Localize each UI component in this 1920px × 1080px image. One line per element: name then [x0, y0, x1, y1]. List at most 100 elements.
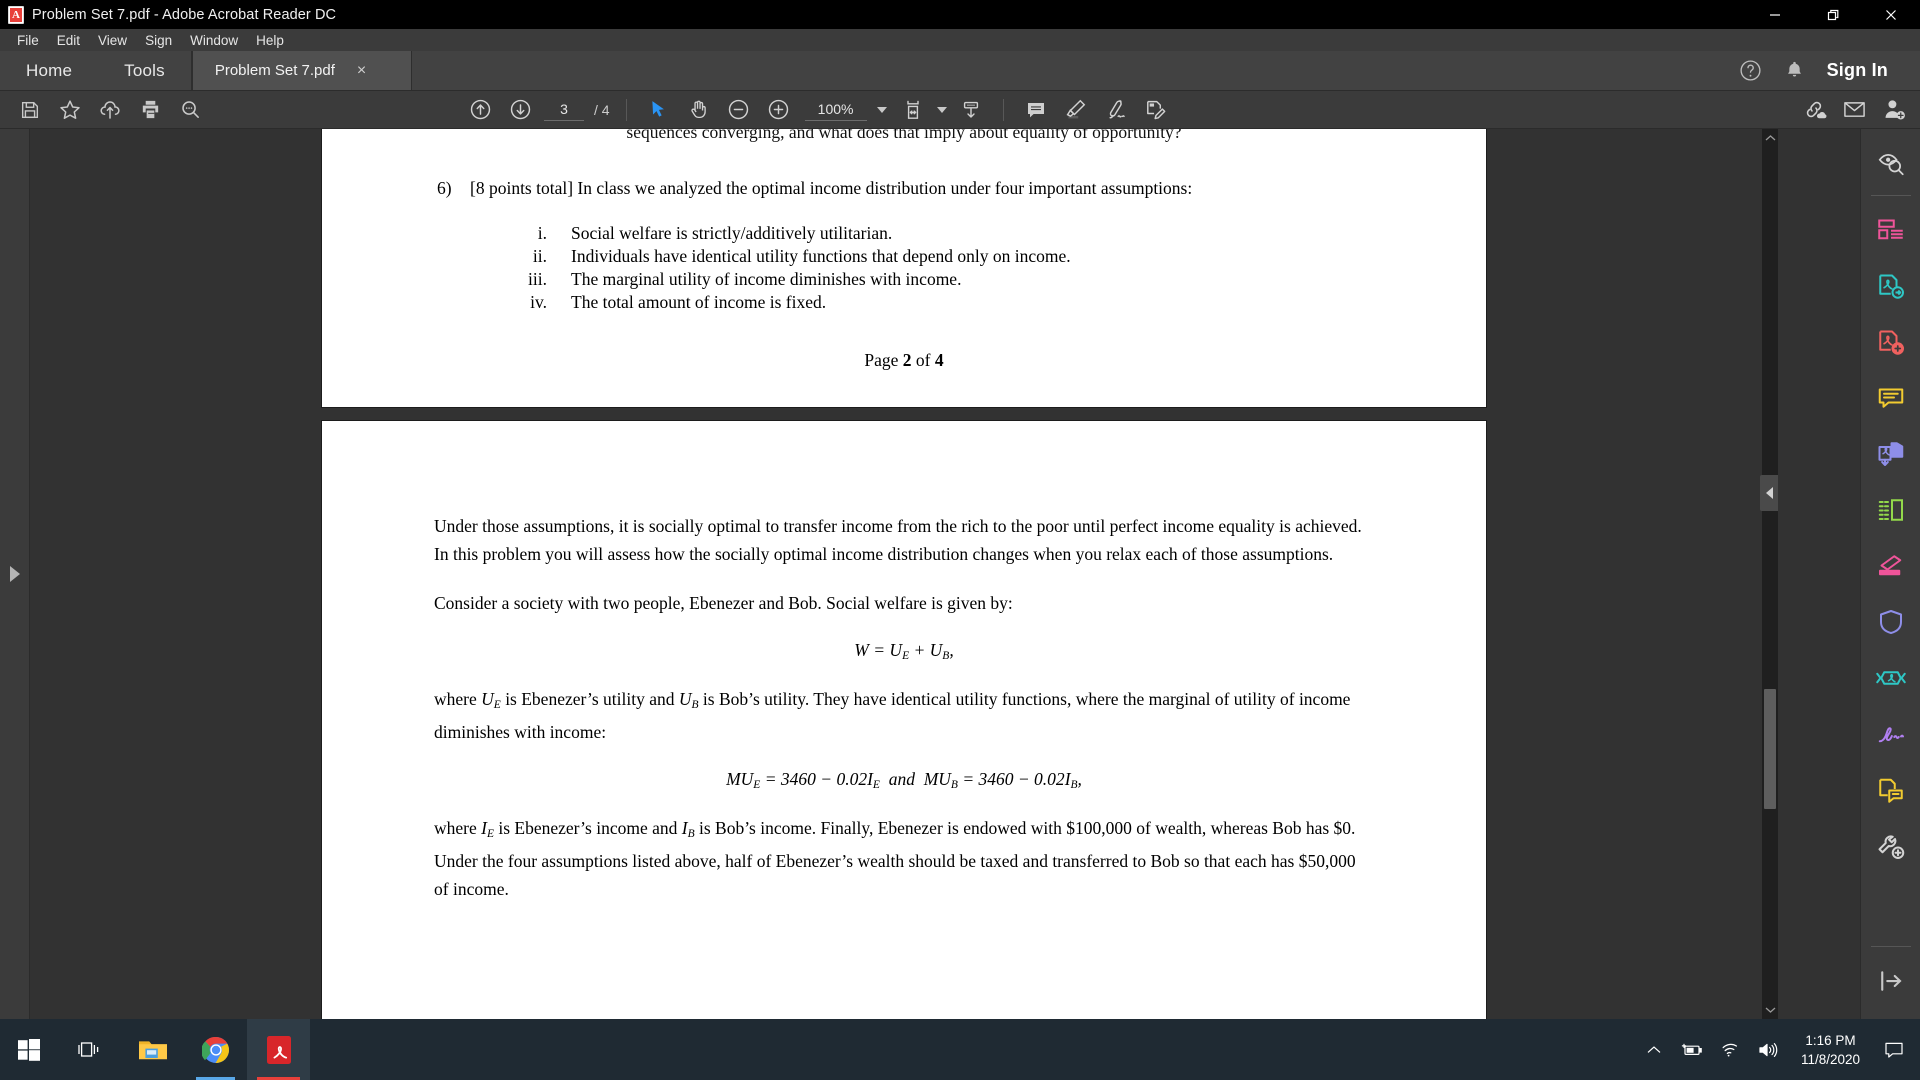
- tab-document[interactable]: Problem Set 7.pdf ×: [191, 51, 412, 90]
- vertical-scrollbar[interactable]: [1762, 129, 1778, 1019]
- pdf-page-2: sequences converging, and what does that…: [322, 129, 1486, 407]
- footer-total-pages: 4: [934, 349, 944, 370]
- create-pdf-icon[interactable]: [1861, 314, 1920, 370]
- paragraph-4-b: is Ebenezer’s income and: [494, 817, 682, 838]
- file-explorer-icon[interactable]: [121, 1019, 184, 1080]
- volume-icon[interactable]: [1749, 1019, 1787, 1080]
- find-icon[interactable]: [170, 91, 210, 129]
- export-pdf-icon[interactable]: [1861, 258, 1920, 314]
- request-signatures-icon[interactable]: [1861, 706, 1920, 762]
- fill-and-sign-icon[interactable]: [1136, 91, 1176, 129]
- content-area: sequences converging, and what does that…: [0, 129, 1920, 1019]
- arrow-up-circle-icon[interactable]: [460, 91, 500, 129]
- cursor-select-icon[interactable]: [639, 91, 679, 129]
- page-number-input[interactable]: [544, 98, 584, 121]
- paragraph-4-a: where: [434, 817, 482, 838]
- close-icon[interactable]: ×: [353, 61, 370, 81]
- hand-icon[interactable]: [679, 91, 719, 129]
- adobe-acrobat-icon[interactable]: [247, 1019, 310, 1080]
- task-view-icon[interactable]: [58, 1019, 121, 1080]
- zoom-out-icon[interactable]: [719, 91, 759, 129]
- add-comment-note-icon[interactable]: [1861, 762, 1920, 818]
- chevron-down-icon[interactable]: [873, 91, 891, 129]
- arrow-down-circle-icon[interactable]: [500, 91, 540, 129]
- system-tray: 1:16 PM 11/8/2020: [1635, 1019, 1920, 1080]
- action-center-icon[interactable]: [1874, 1019, 1914, 1080]
- help-circle-icon[interactable]: [1729, 51, 1773, 91]
- minimize-button[interactable]: [1746, 0, 1804, 29]
- equation-marginal-utility: MUE = 3460 − 0.02IE and MUB = 3460 − 0.0…: [726, 768, 1082, 791]
- pdf-page-3: Under those assumptions, it is socially …: [322, 421, 1486, 1019]
- star-icon[interactable]: [50, 91, 90, 129]
- tab-strip-right: Sign In: [1729, 51, 1920, 90]
- page-navigation: / 4: [544, 98, 610, 121]
- search-pdf-icon[interactable]: [1861, 135, 1920, 191]
- tab-home[interactable]: Home: [0, 51, 98, 90]
- paragraph-3: where UE is Ebenezer’s utility and UB is…: [434, 688, 1351, 743]
- zoom-level-input[interactable]: [804, 98, 867, 121]
- question-6: 6) [8 points total] In class we analyzed…: [437, 176, 1371, 200]
- print-icon[interactable]: [130, 91, 170, 129]
- sign-in-button[interactable]: Sign In: [1817, 60, 1902, 81]
- highlight-icon[interactable]: [1056, 91, 1096, 129]
- comment-icon[interactable]: [1861, 370, 1920, 426]
- toolbar-divider: [625, 98, 627, 121]
- list-marker: i.: [537, 223, 547, 243]
- upload-cloud-icon[interactable]: [90, 91, 130, 129]
- menu-window[interactable]: Window: [181, 31, 247, 50]
- scroll-up-chevron-icon[interactable]: [1762, 129, 1778, 147]
- left-navigation-rail[interactable]: [0, 129, 30, 1019]
- draw-freehand-icon[interactable]: [1096, 91, 1136, 129]
- page-container: sequences converging, and what does that…: [30, 129, 1778, 1019]
- fit-page-icon[interactable]: [893, 91, 933, 129]
- collapse-panel-icon[interactable]: [1861, 953, 1920, 1009]
- bell-icon[interactable]: [1773, 51, 1817, 91]
- paragraph-3-a: where: [434, 688, 482, 709]
- collapse-right-panel-icon[interactable]: [1760, 475, 1778, 511]
- page-gap: [30, 407, 1778, 421]
- page-scroll-icon[interactable]: [951, 91, 991, 129]
- expand-panel-arrow-icon[interactable]: [9, 566, 20, 582]
- tab-strip: Home Tools Problem Set 7.pdf × Sign In: [0, 51, 1920, 91]
- question-text: [8 points total] In class we analyzed th…: [470, 178, 1193, 198]
- list-item: iii. The marginal utility of income dimi…: [525, 268, 1371, 291]
- email-icon[interactable]: [1834, 91, 1874, 129]
- menu-file[interactable]: File: [8, 31, 48, 50]
- edit-pdf-icon[interactable]: [1861, 482, 1920, 538]
- paragraph-3-b: is Ebenezer’s utility and: [500, 688, 679, 709]
- comment-icon[interactable]: [1016, 91, 1056, 129]
- more-tools-icon[interactable]: [1861, 818, 1920, 874]
- compress-pdf-icon[interactable]: [1861, 650, 1920, 706]
- google-chrome-icon[interactable]: [184, 1019, 247, 1080]
- list-item: ii. Individuals have identical utility f…: [525, 245, 1371, 268]
- windows-start-icon[interactable]: [0, 1019, 58, 1080]
- combine-files-icon[interactable]: [1861, 426, 1920, 482]
- window-title: Problem Set 7.pdf - Adobe Acrobat Reader…: [32, 6, 337, 23]
- wifi-icon[interactable]: [1711, 1019, 1749, 1080]
- protect-icon[interactable]: [1861, 594, 1920, 650]
- save-icon[interactable]: [10, 91, 50, 129]
- organize-pages-icon[interactable]: [1861, 202, 1920, 258]
- add-person-icon[interactable]: [1874, 91, 1914, 129]
- close-button[interactable]: [1862, 0, 1920, 29]
- pdf-viewer[interactable]: sequences converging, and what does that…: [30, 129, 1778, 1019]
- assumptions-list: i. Social welfare is strictly/additively…: [437, 222, 1371, 314]
- tab-tools[interactable]: Tools: [98, 51, 191, 90]
- menu-view[interactable]: View: [89, 31, 136, 50]
- clipped-text-line: sequences converging, and what does that…: [626, 129, 1182, 142]
- maximize-restore-button[interactable]: [1804, 0, 1862, 29]
- zoom-in-icon[interactable]: [759, 91, 799, 129]
- show-hidden-icons-chevron[interactable]: [1635, 1019, 1673, 1080]
- menu-sign[interactable]: Sign: [136, 31, 181, 50]
- fit-page-chevron-icon[interactable]: [933, 91, 951, 129]
- menu-help[interactable]: Help: [247, 31, 293, 50]
- menu-edit[interactable]: Edit: [48, 31, 89, 50]
- toolbar-right-group: [1794, 91, 1920, 129]
- battery-charging-icon[interactable]: [1673, 1019, 1711, 1080]
- taskbar-clock[interactable]: 1:16 PM 11/8/2020: [1787, 1019, 1874, 1080]
- scroll-down-chevron-icon[interactable]: [1762, 1001, 1778, 1019]
- fill-and-sign-icon[interactable]: [1861, 538, 1920, 594]
- list-text: Individuals have identical utility funct…: [571, 246, 1071, 266]
- vertical-scroll-thumb[interactable]: [1764, 689, 1776, 809]
- share-link-icon[interactable]: [1794, 91, 1834, 129]
